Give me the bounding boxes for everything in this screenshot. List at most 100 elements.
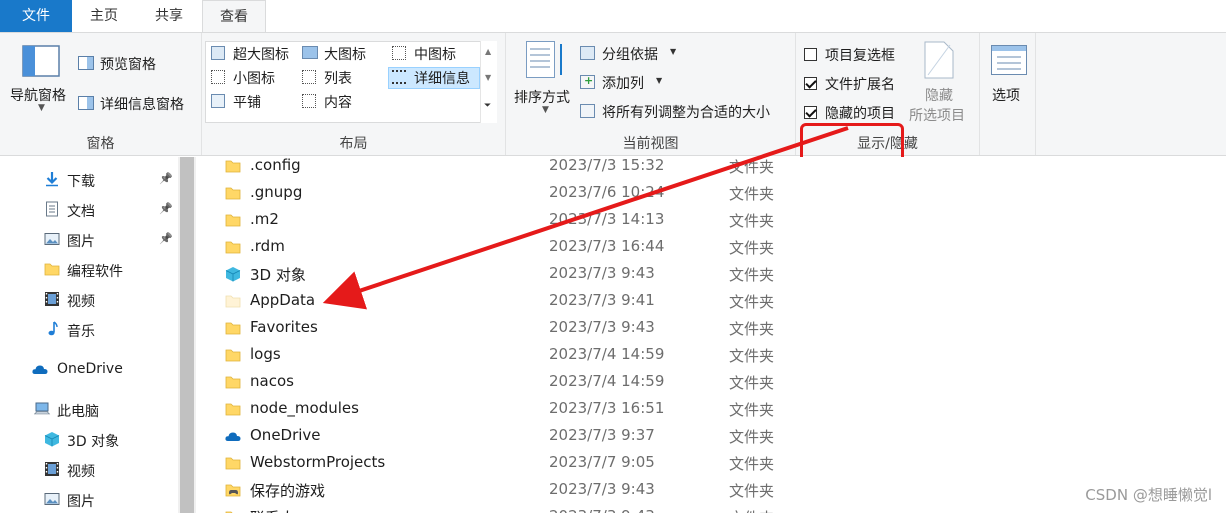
saved-games-icon: [225, 484, 241, 497]
folder-icon: [225, 241, 241, 254]
nav-item[interactable]: 文档 📌: [0, 195, 180, 225]
file-name: 保存的游戏: [250, 482, 326, 500]
hidden-items-checkbox[interactable]: [804, 106, 817, 119]
group-by-icon: [580, 46, 595, 60]
navigation-pane: 下载 📌 文档 📌 图片 📌 编程软件 视频 音乐 OneDrive 此电脑 3D 对象 视频 图片: [0, 157, 180, 513]
group-by-label: 分组依据: [602, 47, 658, 63]
hidden-items-label: 隐藏的项目: [825, 106, 895, 122]
nav-item[interactable]: 视频: [0, 455, 180, 485]
file-name: 3D 对象: [250, 266, 306, 284]
layout-content[interactable]: 内容: [302, 92, 382, 112]
preview-pane-button[interactable]: 预览窗格: [78, 53, 198, 75]
item-checkboxes-checkbox[interactable]: [804, 48, 817, 61]
nav-scrollbar-thumb[interactable]: [180, 157, 194, 513]
chevron-down-icon: ▼: [38, 103, 45, 113]
nav-item-label: 编程软件: [67, 264, 123, 280]
details-pane-label: 详细信息窗格: [100, 97, 184, 113]
size-columns-button[interactable]: 将所有列调整为合适的大小: [580, 101, 790, 123]
nav-item[interactable]: 编程软件: [0, 255, 180, 285]
nav-item[interactable]: OneDrive: [0, 355, 180, 385]
layout-details[interactable]: 详细信息: [392, 68, 478, 88]
folder-icon: [44, 263, 60, 276]
file-row[interactable]: .rdm 2023/7/3 16:44 文件夹: [197, 234, 1226, 261]
tab-view[interactable]: 查看: [202, 0, 266, 33]
tab-share[interactable]: 共享: [145, 0, 193, 32]
file-row[interactable]: .m2 2023/7/3 14:13 文件夹: [197, 207, 1226, 234]
file-row[interactable]: logs 2023/7/4 14:59 文件夹: [197, 342, 1226, 369]
folder-icon: [225, 160, 241, 173]
file-row[interactable]: node_modules 2023/7/3 16:51 文件夹: [197, 396, 1226, 423]
file-row[interactable]: nacos 2023/7/4 14:59 文件夹: [197, 369, 1226, 396]
file-type: 文件夹: [729, 374, 775, 392]
picture-icon: [44, 493, 60, 505]
pin-icon[interactable]: 📌: [159, 172, 173, 185]
layout-small[interactable]: 小图标: [211, 68, 301, 88]
file-name: AppData: [250, 291, 316, 309]
nav-item[interactable]: 下载 📌: [0, 165, 180, 195]
nav-item-label: 图片: [67, 234, 95, 250]
layout-list[interactable]: 列表: [302, 68, 382, 88]
item-checkboxes-toggle[interactable]: 项目复选框: [804, 45, 908, 65]
nav-item-label: 图片: [67, 494, 95, 510]
nav-pane-label: 导航窗格: [10, 88, 66, 104]
file-row[interactable]: AppData 2023/7/3 9:41 文件夹: [197, 288, 1226, 315]
details-pane-icon: [78, 96, 94, 110]
sort-by-button[interactable]: 排序方式 ▼: [512, 41, 576, 121]
cloud-icon: [32, 365, 48, 374]
tab-home[interactable]: 主页: [80, 0, 128, 32]
nav-item[interactable]: 图片 📌: [0, 225, 180, 255]
group-options: 选项: [980, 33, 1036, 155]
nav-item[interactable]: 视频: [0, 285, 180, 315]
preview-pane-icon: [78, 56, 94, 70]
nav-scrollbar[interactable]: [178, 157, 196, 513]
nav-pane-button[interactable]: 导航窗格 ▼: [8, 43, 74, 117]
file-type: 文件夹: [729, 482, 775, 500]
pin-icon[interactable]: 📌: [159, 232, 173, 245]
hide-selected-button[interactable]: 隐藏 所选项目: [906, 41, 976, 125]
list-icon: [302, 70, 316, 84]
file-row[interactable]: 联系人 2023/7/3 9:43 文件夹: [197, 504, 1226, 513]
large-label: 大图标: [324, 47, 366, 63]
options-label: 选项: [992, 88, 1020, 104]
file-extensions-checkbox[interactable]: [804, 77, 817, 90]
hide-line1-label: 隐藏: [925, 88, 953, 104]
hidden-items-toggle[interactable]: 隐藏的项目: [804, 103, 908, 123]
watermark: CSDN @想睡懒觉l: [1085, 486, 1212, 504]
file-type: 文件夹: [729, 158, 775, 176]
file-date: 2023/7/3 9:43: [549, 264, 655, 282]
tab-file[interactable]: 文件: [0, 0, 72, 32]
file-row[interactable]: WebstormProjects 2023/7/7 9:05 文件夹: [197, 450, 1226, 477]
nav-item[interactable]: 图片: [0, 485, 180, 513]
file-row[interactable]: 保存的游戏 2023/7/3 9:43 文件夹: [197, 477, 1226, 504]
details-pane-button[interactable]: 详细信息窗格: [78, 93, 198, 115]
nav-item[interactable]: 音乐: [0, 315, 180, 345]
options-button[interactable]: 选项: [986, 43, 1030, 115]
small-label: 小图标: [233, 71, 275, 87]
file-row[interactable]: Favorites 2023/7/3 9:43 文件夹: [197, 315, 1226, 342]
medium-icons-icon: [392, 46, 406, 60]
file-name: .m2: [250, 210, 279, 228]
folder-icon: [225, 457, 241, 470]
nav-item-label: 音乐: [67, 324, 95, 340]
nav-item[interactable]: 此电脑: [0, 395, 180, 425]
nav-item-label: 此电脑: [57, 404, 99, 420]
extra-large-icons-icon: [211, 46, 225, 60]
group-by-button[interactable]: 分组依据 ▼: [580, 43, 690, 65]
file-extensions-toggle[interactable]: 文件扩展名: [804, 74, 908, 94]
nav-item-label: 3D 对象: [67, 434, 120, 450]
file-row[interactable]: .config 2023/7/3 15:32 文件夹: [197, 157, 1226, 180]
file-row[interactable]: .gnupg 2023/7/6 10:24 文件夹: [197, 180, 1226, 207]
nav-item[interactable]: 3D 对象: [0, 425, 180, 455]
sort-by-label: 排序方式: [514, 90, 570, 106]
file-row[interactable]: OneDrive 2023/7/3 9:37 文件夹: [197, 423, 1226, 450]
layout-large[interactable]: 大图标: [302, 44, 382, 64]
layout-tiles[interactable]: 平铺: [211, 92, 301, 112]
layout-extra-large[interactable]: 超大图标: [211, 44, 301, 64]
file-type: 文件夹: [729, 401, 775, 419]
layout-medium[interactable]: 中图标: [392, 44, 478, 64]
file-row[interactable]: 3D 对象 2023/7/3 9:43 文件夹: [197, 261, 1226, 288]
layout-gallery-scroll[interactable]: ▲ ▼ ⏷: [480, 41, 497, 123]
file-date: 2023/7/3 9:43: [549, 507, 655, 513]
add-column-button[interactable]: + 添加列 ▼: [580, 72, 690, 94]
pin-icon[interactable]: 📌: [159, 202, 173, 215]
